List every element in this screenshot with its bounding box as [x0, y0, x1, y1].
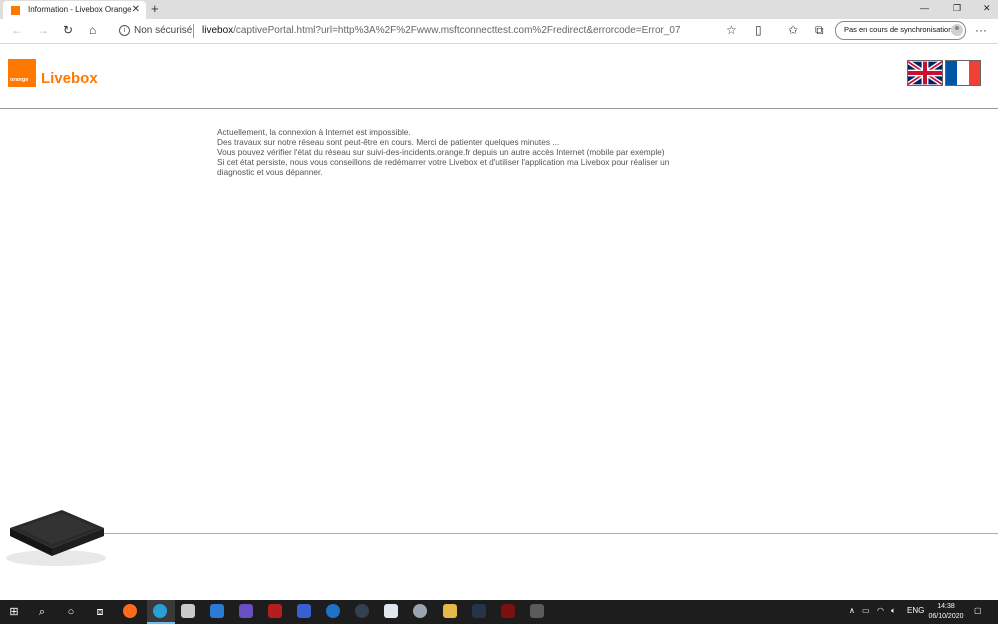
- favorite-star-icon[interactable]: ☆: [726, 23, 737, 37]
- collections-icon[interactable]: ⧉: [815, 23, 824, 38]
- address-separator: [193, 24, 194, 38]
- system-clock[interactable]: 14:38 06/10/2020: [926, 602, 966, 622]
- back-arrow-icon[interactable]: ←: [11, 23, 23, 37]
- tab-title: Information - Livebox Orange: [28, 5, 132, 14]
- message-line: Si cet état persiste, nous vous conseill…: [217, 157, 670, 177]
- windows-start-icon[interactable]: ⊞: [6, 604, 22, 620]
- store-icon[interactable]: [181, 604, 195, 618]
- sync-label: Pas en cours de synchronisation: [844, 25, 953, 34]
- new-tab-button[interactable]: +: [151, 1, 159, 16]
- browser-tab[interactable]: Information - Livebox Orange ✕: [3, 1, 146, 19]
- close-window-button[interactable]: ✕: [983, 3, 991, 14]
- error-message: Actuellement, la connexion à Internet es…: [217, 127, 697, 177]
- steam-game-icon[interactable]: [472, 604, 486, 618]
- internet-explorer-icon[interactable]: [326, 604, 340, 618]
- url-host: livebox: [202, 25, 234, 36]
- game-app-icon[interactable]: [501, 604, 515, 618]
- info-icon[interactable]: i: [119, 25, 130, 36]
- orange-logo: orange: [8, 59, 36, 87]
- header-divider: [0, 108, 998, 109]
- s-app-icon[interactable]: [297, 604, 311, 618]
- orange-favicon-icon: [11, 6, 20, 15]
- network-status-icon[interactable]: ▭: [862, 606, 870, 615]
- cortana-icon[interactable]: ○: [63, 604, 79, 620]
- minimize-button[interactable]: —: [920, 3, 929, 13]
- reading-list-icon[interactable]: ▯: [755, 23, 762, 37]
- maximize-button[interactable]: ❐: [953, 3, 961, 14]
- task-view-icon[interactable]: ⧈: [92, 604, 108, 620]
- forward-arrow-icon[interactable]: →: [37, 23, 49, 37]
- livebox-device-image: [0, 500, 110, 570]
- wifi-icon[interactable]: ◠: [877, 606, 884, 615]
- language-indicator[interactable]: ENG: [907, 606, 924, 615]
- firefox-icon[interactable]: [123, 604, 137, 618]
- windows-taskbar: ⊞ ⌕ ○ ⧈ ∧ ▭ ◠ 🔈︎ ENG 14:38 06/10/2020 ▢: [0, 600, 998, 624]
- uk-flag-icon[interactable]: [906, 59, 944, 87]
- message-line: Actuellement, la connexion à Internet es…: [217, 127, 411, 137]
- orange-logo-text: orange: [10, 77, 29, 83]
- french-flag-icon[interactable]: [945, 60, 981, 86]
- security-label[interactable]: Non sécurisé: [134, 25, 192, 36]
- message-line: Des travaux sur notre réseau sont peut-ê…: [217, 137, 560, 147]
- home-icon[interactable]: ⌂: [89, 23, 96, 37]
- profile-avatar-icon: [951, 24, 963, 36]
- file-explorer-icon[interactable]: [443, 604, 457, 618]
- refresh-icon[interactable]: ↻: [63, 23, 73, 37]
- address-bar[interactable]: livebox/captivePortal.html?url=http%3A%2…: [202, 25, 681, 36]
- tab-close-icon[interactable]: ✕: [132, 4, 140, 15]
- sync-profile-button[interactable]: Pas en cours de synchronisation: [835, 21, 966, 40]
- steam-icon[interactable]: [355, 604, 369, 618]
- filezilla-icon[interactable]: [268, 604, 282, 618]
- downloader-icon[interactable]: [239, 604, 253, 618]
- message-line: Vous pouvez vérifier l'état du réseau su…: [217, 147, 665, 157]
- livebox-brand: Livebox: [41, 70, 98, 87]
- tab-strip: Information - Livebox Orange ✕ + — ❐ ✕: [0, 0, 998, 19]
- url-path: /captivePortal.html?url=http%3A%2F%2Fwww…: [233, 25, 681, 36]
- more-menu-icon[interactable]: ···: [975, 23, 987, 37]
- notifications-icon[interactable]: ▢: [974, 606, 982, 615]
- show-hidden-icons-chevron-icon[interactable]: ∧: [849, 606, 855, 615]
- scanner-app-icon[interactable]: [384, 604, 398, 618]
- clock-date: 06/10/2020: [928, 613, 964, 620]
- outlook-icon[interactable]: [210, 604, 224, 618]
- disc-app-icon[interactable]: [413, 604, 427, 618]
- volume-icon[interactable]: 🔈︎: [891, 606, 896, 616]
- edge-icon[interactable]: [153, 604, 167, 618]
- search-icon[interactable]: ⌕: [34, 604, 50, 620]
- browser-toolbar: ← → ↻ ⌂ i Non sécurisé livebox/captivePo…: [0, 19, 998, 44]
- clock-time: 14:38: [937, 603, 955, 610]
- favorites-icon[interactable]: ✩: [788, 23, 798, 37]
- launcher-app-icon[interactable]: [530, 604, 544, 618]
- footer-divider: [90, 533, 998, 534]
